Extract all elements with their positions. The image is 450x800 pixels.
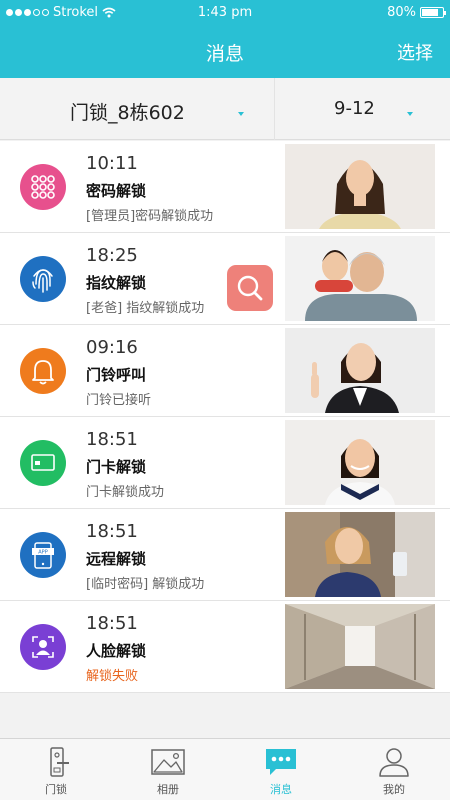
message-icon xyxy=(266,749,296,775)
device-dropdown-value: 门锁_8栋602 xyxy=(70,102,185,124)
message-detail: [管理员]密码解锁成功 xyxy=(86,209,214,224)
message-type: 人脸解锁 xyxy=(86,642,147,660)
message-time: 10:11 xyxy=(86,153,138,174)
date-dropdown-value: 9-12 xyxy=(334,98,375,119)
tab-album[interactable]: 相册 xyxy=(112,739,224,800)
message-time: 18:51 xyxy=(86,429,138,450)
tab-label: 门锁 xyxy=(45,783,67,796)
message-detail: [老爸] 指纹解锁成功 xyxy=(86,301,205,316)
chevron-down-icon xyxy=(407,112,413,116)
bell-icon xyxy=(20,348,66,394)
capture-thumbnail[interactable] xyxy=(285,236,435,321)
message-row[interactable]: 09:16 门铃呼叫 门铃已接听 xyxy=(0,325,450,417)
message-time: 18:25 xyxy=(86,245,138,266)
tab-bar: 门锁 相册 消息 我的 xyxy=(0,738,450,800)
message-detail: [临时密码] 解锁成功 xyxy=(86,577,205,592)
card-icon xyxy=(20,440,66,486)
capture-thumbnail[interactable] xyxy=(285,420,435,505)
message-detail: 门铃已接听 xyxy=(86,393,152,408)
capture-thumbnail[interactable] xyxy=(285,604,435,689)
message-type: 门卡解锁 xyxy=(86,458,147,476)
profile-icon xyxy=(379,748,409,777)
message-row[interactable]: APP 18:51 远程解锁 [临时密码] 解锁成功 xyxy=(0,509,450,601)
nav-bar: 消息 选择 xyxy=(0,26,450,78)
message-detail: 门卡解锁成功 xyxy=(86,485,165,500)
tab-messages[interactable]: 消息 xyxy=(225,739,337,800)
capture-thumbnail[interactable] xyxy=(285,144,435,229)
fingerprint-icon xyxy=(20,256,66,302)
select-button[interactable]: 选择 xyxy=(397,39,433,65)
tab-label: 消息 xyxy=(270,783,292,796)
face-id-icon xyxy=(20,624,66,670)
battery-percent: 80% xyxy=(387,5,416,20)
message-time: 09:16 xyxy=(86,337,138,358)
device-dropdown[interactable]: 门锁_8栋602 xyxy=(0,78,275,140)
status-bar: Strokel 1:43 pm 80% xyxy=(0,0,450,26)
battery-icon xyxy=(420,7,446,18)
tab-door-lock[interactable]: 门锁 xyxy=(0,739,112,800)
keypad-icon xyxy=(20,164,66,210)
door-lock-icon xyxy=(50,747,69,777)
message-detail: 解锁失败 xyxy=(86,669,139,684)
search-button[interactable] xyxy=(227,265,273,311)
tab-profile[interactable]: 我的 xyxy=(338,739,450,800)
message-type: 门铃呼叫 xyxy=(86,366,147,384)
capture-thumbnail[interactable] xyxy=(285,328,435,413)
message-row[interactable]: 18:51 人脸解锁 解锁失败 xyxy=(0,601,450,693)
tab-label: 我的 xyxy=(383,783,405,796)
message-type: 指纹解锁 xyxy=(86,274,147,292)
tab-label: 相册 xyxy=(157,783,179,796)
battery-info: 80% xyxy=(387,5,446,20)
chevron-down-icon xyxy=(238,112,244,116)
message-time: 18:51 xyxy=(86,613,138,634)
page-title: 消息 xyxy=(205,43,244,65)
svg-text:APP: APP xyxy=(38,550,47,556)
search-icon xyxy=(237,275,263,301)
capture-thumbnail[interactable] xyxy=(285,512,435,597)
album-icon xyxy=(151,749,185,775)
message-row[interactable]: 18:51 门卡解锁 门卡解锁成功 xyxy=(0,417,450,509)
message-type: 密码解锁 xyxy=(86,182,147,200)
message-row[interactable]: 10:11 密码解锁 [管理员]密码解锁成功 xyxy=(0,141,450,233)
message-type: 远程解锁 xyxy=(86,550,147,568)
message-list: 10:11 密码解锁 [管理员]密码解锁成功 18:25 指纹解锁 [老爸] 指… xyxy=(0,141,450,693)
message-time: 18:51 xyxy=(86,521,138,542)
battery-level-fill xyxy=(422,9,438,16)
filter-bar: 门锁_8栋602 9-12 xyxy=(0,78,450,140)
app-phone-icon: APP xyxy=(20,532,66,578)
message-row[interactable]: 18:25 指纹解锁 [老爸] 指纹解锁成功 xyxy=(0,233,450,325)
status-time: 1:43 pm xyxy=(197,5,253,20)
